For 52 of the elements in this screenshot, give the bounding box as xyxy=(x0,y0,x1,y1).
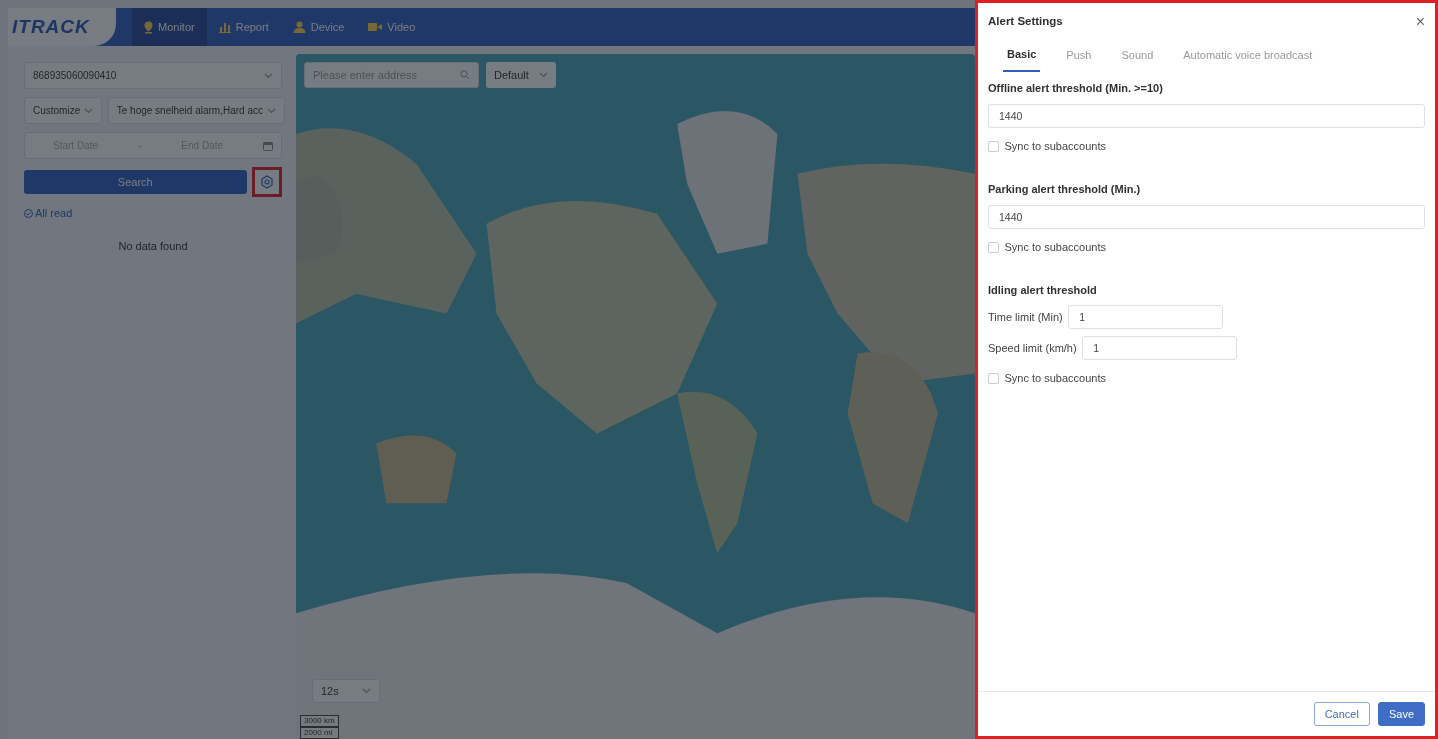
settings-tab[interactable]: Push xyxy=(1062,42,1096,72)
nav-tab[interactable]: Video xyxy=(356,8,428,46)
scale-label: 3000 km xyxy=(300,715,339,727)
refresh-interval-select[interactable]: 12s xyxy=(312,679,380,703)
map-layer-select[interactable]: Default xyxy=(486,62,556,88)
chevron-down-icon xyxy=(539,72,548,78)
scale-label: 2000 mi xyxy=(300,727,339,739)
checkbox-label: Sync to subaccounts xyxy=(1004,139,1106,155)
location-pin-icon xyxy=(144,20,153,34)
search-button[interactable]: Search xyxy=(24,170,247,194)
number-input[interactable]: 1 xyxy=(1082,336,1238,361)
checkbox-label: Sync to subaccounts xyxy=(1004,371,1106,387)
alarm-type-select[interactable]: Te hoge snelheid alarm,Hard acc xyxy=(107,97,285,124)
number-input[interactable]: 1440 xyxy=(988,205,1425,230)
number-input[interactable]: 1 xyxy=(1068,305,1224,330)
cancel-button[interactable]: Cancel xyxy=(1313,702,1370,726)
device-select[interactable]: 868935060090410 xyxy=(24,62,282,89)
section-label: Parking alert threshold (Min.) xyxy=(988,181,1142,197)
close-button[interactable]: × xyxy=(1415,13,1425,30)
nav-tab[interactable]: Report xyxy=(206,8,281,46)
bar-chart-icon xyxy=(218,21,231,33)
nav-tab[interactable]: Device xyxy=(280,8,357,46)
chevron-down-icon xyxy=(266,107,276,114)
settings-tab[interactable]: Automatic voice broadcast xyxy=(1179,42,1317,72)
field-label: Speed limit (km/h) xyxy=(988,341,1077,356)
section-label: Offline alert threshold (Min. >=10) xyxy=(988,80,1164,96)
checkbox-label: Sync to subaccounts xyxy=(1004,240,1106,256)
logo: ITRACK xyxy=(8,8,116,46)
section-label: Idling alert threshold xyxy=(988,282,1098,298)
video-camera-icon xyxy=(368,22,383,32)
settings-button[interactable] xyxy=(252,167,282,197)
all-read-link[interactable]: All read xyxy=(24,205,73,222)
chevron-down-icon xyxy=(362,688,371,694)
field-label: Time limit (Min) xyxy=(988,310,1063,325)
save-button[interactable]: Save xyxy=(1377,702,1425,726)
chevron-down-icon xyxy=(264,72,273,79)
settings-tab[interactable]: Basic xyxy=(1003,42,1041,72)
search-icon xyxy=(460,70,470,80)
nav-tab[interactable]: Monitor xyxy=(132,8,207,46)
settings-icon xyxy=(260,175,274,189)
mode-select[interactable]: Customize xyxy=(24,97,103,124)
calendar-icon xyxy=(263,140,273,151)
checkbox[interactable] xyxy=(988,242,999,253)
checkbox[interactable] xyxy=(988,373,999,384)
user-icon xyxy=(292,21,306,33)
chevron-down-icon xyxy=(84,107,94,114)
empty-message: No data found xyxy=(118,238,188,254)
number-input[interactable]: 1440 xyxy=(988,104,1425,129)
settings-tab[interactable]: Sound xyxy=(1117,42,1158,72)
checkbox[interactable] xyxy=(988,141,999,152)
check-circle-icon xyxy=(24,208,33,218)
drawer-title: Alert Settings xyxy=(988,14,1063,29)
